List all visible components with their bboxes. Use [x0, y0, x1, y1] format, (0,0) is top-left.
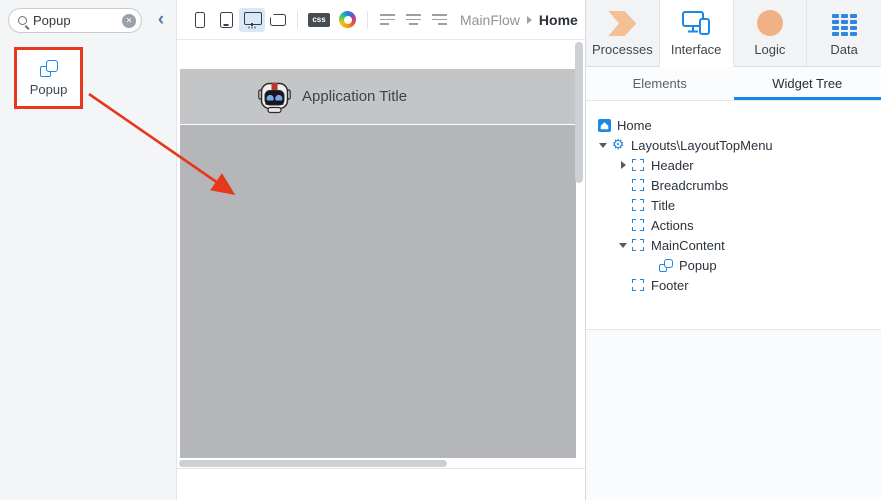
search-icon	[18, 16, 27, 25]
clear-search-icon[interactable]: ✕	[122, 14, 136, 28]
app-logo-icon	[258, 78, 291, 115]
widget-search-box[interactable]: ✕	[8, 8, 142, 33]
align-center-icon	[406, 14, 421, 25]
popup-widget-label: Popup	[30, 82, 68, 97]
tab-processes[interactable]: Processes	[586, 0, 660, 67]
tab-data-label: Data	[830, 42, 857, 57]
data-icon	[832, 14, 857, 36]
breadcrumb-flow-link[interactable]: MainFlow	[460, 12, 520, 28]
widget-tree: Home ⚙ Layouts\LayoutTopMenu Header	[586, 101, 881, 330]
tree-node-maincontent[interactable]: MainContent	[586, 235, 881, 255]
tab-data[interactable]: Data	[807, 0, 881, 67]
service-studio-window: ✕ ‹ Popup css	[0, 0, 881, 500]
placeholder-icon	[630, 157, 646, 173]
placeholder-icon	[630, 277, 646, 293]
tablet-preview-button[interactable]	[213, 8, 239, 32]
tree-node-popup[interactable]: Popup	[586, 255, 881, 275]
landscape-preview-button[interactable]	[265, 8, 291, 32]
tab-logic-label: Logic	[754, 42, 785, 57]
tab-logic[interactable]: Logic	[734, 0, 808, 67]
search-input[interactable]	[33, 13, 122, 28]
vertical-scrollbar[interactable]	[575, 42, 583, 183]
tree-node-label: Home	[617, 118, 652, 133]
popup-icon	[658, 257, 674, 273]
placeholder-icon	[630, 177, 646, 193]
webblock-icon: ⚙	[610, 137, 626, 153]
tree-node-label: Breadcrumbs	[651, 178, 728, 193]
canvas-divider	[177, 468, 585, 469]
phone-preview-button[interactable]	[187, 8, 213, 32]
placeholder-icon	[630, 237, 646, 253]
tab-processes-label: Processes	[592, 42, 653, 57]
rotate-device-icon	[270, 14, 286, 26]
logic-icon	[757, 10, 783, 36]
processes-icon	[608, 11, 636, 36]
preview-app-header[interactable]: Application Title	[180, 69, 576, 124]
placeholder-icon	[630, 217, 646, 233]
toolbar-separator	[297, 11, 298, 29]
collapse-panel-button[interactable]: ‹	[152, 8, 170, 32]
breadcrumb-separator-icon	[527, 16, 532, 24]
interface-icon	[681, 10, 711, 36]
toolbar-separator	[367, 11, 368, 29]
tab-widget-tree[interactable]: Widget Tree	[734, 67, 881, 100]
expander-slot	[616, 218, 630, 232]
layers-panel: Processes Interface Logic Data	[585, 0, 881, 500]
tree-node-label: Layouts\LayoutTopMenu	[631, 138, 773, 153]
style-classes-icon[interactable]	[339, 11, 356, 28]
expander-down-icon[interactable]	[596, 138, 610, 152]
tab-elements[interactable]: Elements	[586, 67, 734, 100]
css-editor-button[interactable]: css	[308, 13, 330, 27]
widget-toolbox-panel: ✕ ‹ Popup	[0, 0, 177, 500]
desktop-icon	[244, 12, 260, 28]
align-center-button[interactable]	[400, 8, 426, 32]
align-left-icon	[380, 14, 395, 25]
align-right-icon	[432, 14, 447, 25]
main-nav-tabs: Processes Interface Logic Data	[586, 0, 881, 67]
align-left-button[interactable]	[374, 8, 400, 32]
tree-node-footer[interactable]: Footer	[586, 275, 881, 295]
desktop-preview-button[interactable]	[239, 8, 265, 32]
tree-node-label: Title	[651, 198, 675, 213]
preview-app-title: Application Title	[302, 88, 407, 105]
design-canvas-panel: css MainFlow Home	[177, 0, 585, 500]
expander-slot	[616, 198, 630, 212]
tree-node-label: MainContent	[651, 238, 725, 253]
tree-node-title[interactable]: Title	[586, 195, 881, 215]
expander-slot	[644, 258, 658, 272]
tree-node-breadcrumbs[interactable]: Breadcrumbs	[586, 175, 881, 195]
tab-interface[interactable]: Interface	[660, 0, 734, 67]
tab-interface-label: Interface	[671, 42, 722, 57]
tree-node-label: Actions	[651, 218, 694, 233]
view-tabs: Elements Widget Tree	[586, 67, 881, 101]
tree-node-label: Header	[651, 158, 694, 173]
tree-node-layout[interactable]: ⚙ Layouts\LayoutTopMenu	[586, 135, 881, 155]
tablet-icon	[220, 12, 233, 28]
home-page-icon	[596, 117, 612, 133]
popup-icon	[40, 60, 58, 77]
tree-node-home[interactable]: Home	[586, 115, 881, 135]
horizontal-scrollbar[interactable]	[179, 460, 447, 467]
tree-node-header[interactable]: Header	[586, 155, 881, 175]
align-right-button[interactable]	[426, 8, 452, 32]
expander-right-icon[interactable]	[616, 158, 630, 172]
tree-node-actions[interactable]: Actions	[586, 215, 881, 235]
expander-slot	[616, 278, 630, 292]
canvas-toolbar: css MainFlow Home	[177, 0, 585, 40]
popup-widget-tile[interactable]: Popup	[14, 47, 83, 109]
breadcrumb-page: Home	[539, 12, 578, 28]
phone-icon	[195, 12, 205, 28]
breadcrumb: MainFlow Home	[460, 12, 578, 28]
expander-down-icon[interactable]	[616, 238, 630, 252]
tree-node-label: Footer	[651, 278, 689, 293]
preview-main-content[interactable]	[180, 125, 576, 458]
expander-slot	[616, 178, 630, 192]
placeholder-icon	[630, 197, 646, 213]
tree-node-label: Popup	[679, 258, 717, 273]
